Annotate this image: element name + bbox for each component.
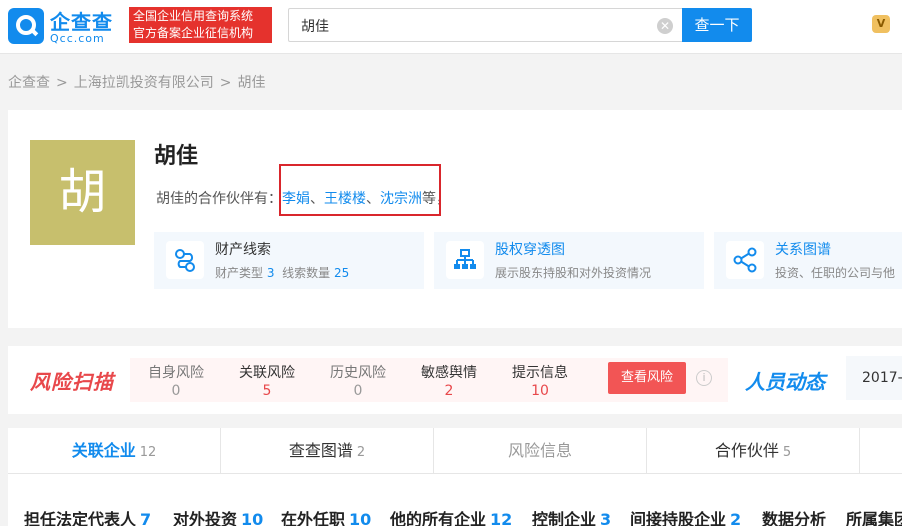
magnifier-logo-icon bbox=[8, 8, 44, 44]
feature-desc: 展示股东持股和对外投资情况 bbox=[495, 266, 652, 280]
person-name: 胡佳 bbox=[154, 144, 199, 169]
risk-item-notice[interactable]: 提示信息 10 bbox=[500, 362, 580, 400]
share-icon bbox=[726, 241, 764, 279]
org-chart-icon bbox=[446, 241, 484, 279]
slogan-badge: 全国企业信用查询系统 官方备案企业征信机构 bbox=[129, 7, 272, 43]
subtab-all-companies[interactable]: 他的所有企业 12 bbox=[390, 506, 512, 526]
subtab-data-analysis[interactable]: 数据分析 bbox=[762, 506, 826, 526]
info-icon[interactable]: i bbox=[696, 370, 712, 386]
tab-partners[interactable]: 合作伙伴 5 bbox=[647, 428, 860, 474]
subtab-positions[interactable]: 在外任职 10 bbox=[281, 506, 371, 526]
feature-title: 股权穿透图 bbox=[495, 242, 565, 258]
top-header: 企查查 Qcc.com 全国企业信用查询系统 官方备案企业征信机构 ✕ 查一下 … bbox=[0, 0, 902, 54]
feature-desc: 投资、任职的公司与他 bbox=[775, 266, 896, 280]
subtab-group[interactable]: 所属集团 bbox=[846, 506, 902, 526]
tab-graph[interactable]: 查查图谱 2 bbox=[221, 428, 434, 474]
feature-title: 关系图谱 bbox=[775, 242, 831, 258]
sub-tabs: 担任法定代表人 7 对外投资 10 在外任职 10 他的所有企业 12 控制企业 3 间接… bbox=[8, 474, 902, 526]
vip-icon[interactable]: V bbox=[872, 15, 890, 33]
partners-prefix: 胡佳的合作伙伴有： bbox=[156, 191, 282, 207]
tab-risk-info[interactable]: 风险信息 bbox=[434, 428, 647, 474]
subtab-legal-rep[interactable]: 担任法定代表人 7 bbox=[24, 506, 151, 526]
logo-domain: Qcc.com bbox=[50, 32, 105, 45]
search-input[interactable] bbox=[301, 16, 641, 36]
risk-item-sentiment[interactable]: 敏感舆情 2 bbox=[409, 362, 489, 400]
people-updates-date[interactable]: 2017- bbox=[846, 356, 902, 400]
person-profile-card: 胡 胡佳 胡佳的合作伙伴有：李娟、王楼楼、沈宗洲等， 财产线索 财产类型 3 线… bbox=[8, 110, 902, 328]
breadcrumb-current: 胡佳 bbox=[237, 75, 266, 91]
feature-desc: 财产类型 3 线索数量 25 bbox=[215, 266, 350, 280]
breadcrumb-company[interactable]: 上海拉凯投资有限公司 bbox=[74, 75, 214, 91]
route-icon bbox=[166, 241, 204, 279]
risk-item-related[interactable]: 关联风险 5 bbox=[227, 362, 307, 400]
search-button[interactable]: 查一下 bbox=[682, 8, 752, 42]
highlight-annotation-box bbox=[279, 164, 441, 216]
view-risk-button[interactable]: 查看风险 bbox=[608, 362, 686, 394]
subtab-controlled[interactable]: 控制企业 3 bbox=[532, 506, 611, 526]
subtab-indirect[interactable]: 间接持股企业 2 bbox=[630, 506, 741, 526]
breadcrumb: 企查查 > 上海拉凯投资有限公司 > 胡佳 bbox=[8, 75, 266, 91]
relation-graph-card[interactable]: 关系图谱 投资、任职的公司与他 bbox=[714, 232, 902, 289]
slogan-line-2: 官方备案企业征信机构 bbox=[133, 26, 254, 40]
subtab-investment[interactable]: 对外投资 10 bbox=[173, 506, 263, 526]
slogan-line-1: 全国企业信用查询系统 bbox=[133, 9, 254, 23]
risk-item-history[interactable]: 历史风险 0 bbox=[318, 362, 398, 400]
risk-scan-bar: 风险扫描 自身风险 0 关联风险 5 历史风险 0 敏感舆情 2 提示信息 10 查看风险… bbox=[8, 346, 902, 414]
risk-scan-title: 风险扫描 bbox=[30, 370, 114, 394]
feature-title: 财产线索 bbox=[215, 242, 271, 258]
property-clues-card[interactable]: 财产线索 财产类型 3 线索数量 25 bbox=[154, 232, 424, 289]
people-updates-title: 人员动态 bbox=[745, 370, 825, 394]
tab-related-companies[interactable]: 关联企业 12 bbox=[8, 428, 221, 474]
risk-summary-panel: 自身风险 0 关联风险 5 历史风险 0 敏感舆情 2 提示信息 10 查看风险 i bbox=[130, 358, 728, 402]
clear-icon[interactable]: ✕ bbox=[657, 18, 673, 34]
equity-penetration-card[interactable]: 股权穿透图 展示股东持股和对外投资情况 bbox=[434, 232, 704, 289]
avatar: 胡 bbox=[30, 140, 135, 245]
logo-text: 企查查 bbox=[50, 10, 113, 34]
main-tabs: 关联企业 12 查查图谱 2 风险信息 合作伙伴 5 bbox=[8, 428, 902, 474]
risk-item-self[interactable]: 自身风险 0 bbox=[136, 362, 216, 400]
qcc-logo[interactable]: 企查查 Qcc.com bbox=[8, 6, 126, 46]
breadcrumb-home[interactable]: 企查查 bbox=[8, 75, 50, 91]
search-box: ✕ bbox=[288, 8, 682, 42]
